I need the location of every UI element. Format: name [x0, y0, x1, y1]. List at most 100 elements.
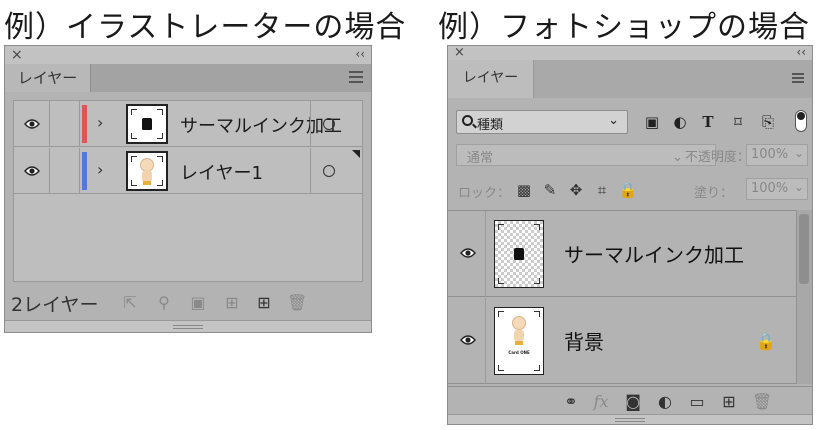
shape-filter-icon[interactable]: ⌑	[728, 112, 748, 132]
doll-feet	[515, 341, 523, 345]
target-circle-icon[interactable]	[323, 165, 335, 177]
selection-indicator-icon	[352, 150, 360, 158]
opacity-field[interactable]: 100% ⌄	[746, 144, 808, 166]
shirt-shape	[514, 248, 524, 260]
collapse-icon[interactable]: ‹‹	[355, 46, 365, 62]
lock-icon: 🔒	[756, 332, 776, 351]
layer-name[interactable]: 背景	[564, 326, 604, 355]
pixel-filter-icon[interactable]: ▣	[642, 112, 662, 132]
panel-menu-icon[interactable]	[349, 71, 363, 83]
lock-artboard-icon[interactable]: ⌗	[592, 180, 612, 200]
tab-layers[interactable]: レイヤー	[448, 60, 534, 98]
trash-icon[interactable]: 🗑	[287, 294, 307, 312]
doll-head	[512, 316, 526, 330]
target-cell[interactable]	[310, 101, 362, 147]
eye-icon	[460, 248, 476, 258]
layer-count: 2レイヤー	[11, 294, 99, 316]
lock-all-icon[interactable]: 🔒	[618, 180, 638, 200]
doll-feet	[143, 181, 151, 185]
new-sublayer-icon[interactable]: ⊞	[223, 294, 241, 312]
folder-icon[interactable]: ▭	[688, 393, 706, 411]
layer-thumbnail	[126, 104, 168, 144]
thumbnail-caption: Card ONE	[508, 350, 530, 355]
scrollbar[interactable]	[796, 210, 812, 384]
fill-label: 塗り：	[694, 186, 734, 201]
collapse-icon[interactable]: ‹‹	[796, 44, 806, 60]
trash-icon[interactable]: 🗑	[752, 393, 772, 411]
smart-object-filter-icon[interactable]: ⎘	[758, 112, 778, 132]
close-icon[interactable]: ×	[11, 46, 23, 64]
fill-value: 100%	[751, 181, 789, 196]
lock-toggle[interactable]	[50, 148, 80, 194]
opacity-value: 100%	[751, 147, 789, 162]
expand-chevron-icon[interactable]: ›	[97, 160, 103, 179]
target-cell[interactable]	[310, 148, 362, 194]
eye-icon	[24, 119, 40, 129]
export-icon[interactable]: ⇱	[121, 294, 139, 312]
layer-row[interactable]: サーマルインク加工	[448, 211, 796, 297]
resize-grip[interactable]	[448, 414, 812, 424]
lock-position-icon[interactable]: ✥	[566, 180, 586, 200]
layer-row[interactable]: › レイヤー1	[14, 148, 362, 194]
layer-color-bar	[82, 105, 87, 143]
layer-row[interactable]: › サーマルインク加工	[14, 101, 362, 147]
new-layer-icon[interactable]: ⊞	[720, 393, 738, 411]
tab-bar: レイヤー	[448, 60, 812, 98]
layer-thumbnail: Card ONE	[494, 307, 544, 375]
tab-bar: レイヤー	[5, 64, 371, 92]
doll-head	[140, 158, 154, 172]
shirt-shape	[142, 118, 152, 130]
visibility-toggle[interactable]	[14, 148, 50, 194]
search-icon	[462, 115, 473, 126]
filter-type-select[interactable]: 種類 ⌄	[456, 110, 628, 134]
new-layer-icon[interactable]: ⊞	[255, 294, 273, 312]
adjustment-icon[interactable]: ◐	[656, 393, 674, 411]
clip-icon[interactable]: ▣	[189, 294, 207, 312]
chevron-down-icon: ⌄	[608, 113, 619, 128]
layer-name[interactable]: サーマルインク加工	[564, 239, 744, 268]
fill-field[interactable]: 100% ⌄	[746, 178, 808, 200]
opacity-label: ⌄ 不透明度：	[672, 150, 750, 165]
panel-titlebar: × ‹‹	[448, 44, 812, 60]
mask-icon[interactable]: ◙	[624, 393, 642, 411]
lock-transparency-icon[interactable]: ▩	[514, 180, 534, 200]
chevron-down-icon: ⌄	[793, 180, 804, 194]
lock-label: ロック：	[458, 186, 511, 201]
resize-grip[interactable]	[5, 320, 371, 332]
eye-icon	[460, 335, 476, 345]
layer-row[interactable]: Card ONE 背景 🔒	[448, 298, 796, 384]
link-icon[interactable]: ⚭	[562, 393, 580, 411]
blend-mode-value: 通常	[467, 151, 494, 166]
filter-toggle[interactable]	[795, 110, 807, 132]
search-icon[interactable]: ⚲	[155, 294, 173, 312]
chevron-down-icon: ⌄	[793, 146, 804, 160]
layer-color-bar	[82, 152, 87, 190]
layer-list: サーマルインク加工 Card ONE 背景 🔒	[448, 210, 796, 384]
illustrator-heading: 例）イラストレーターの場合	[4, 10, 407, 45]
photoshop-heading: 例）フォトショップの場合	[438, 10, 810, 45]
doll-body	[514, 330, 524, 341]
visibility-toggle[interactable]	[14, 101, 50, 147]
layer-thumbnail	[126, 151, 168, 191]
adjustment-filter-icon[interactable]: ◐	[670, 112, 690, 132]
expand-chevron-icon[interactable]: ›	[97, 113, 103, 132]
lock-paint-icon[interactable]: ✎	[540, 180, 560, 200]
panel-footer: ⚭ fx ◙ ◐ ▭ ⊞ 🗑	[448, 386, 812, 414]
fx-icon[interactable]: fx	[590, 393, 612, 411]
panel-menu-icon[interactable]	[792, 73, 804, 83]
layer-list: › サーマルインク加工 › レイヤー1	[13, 100, 363, 282]
text-filter-icon[interactable]: T	[698, 112, 718, 132]
photoshop-layers-panel: × ‹‹ レイヤー 種類 ⌄ ▣ ◐ T ⌑ ⎘ 通常 ⌄ 不透明度： 100% …	[447, 45, 813, 425]
visibility-toggle[interactable]	[448, 298, 486, 384]
filter-label: 種類	[477, 118, 504, 133]
layer-name[interactable]: レイヤー1	[180, 159, 263, 185]
panel-titlebar: × ‹‹	[5, 46, 371, 64]
eye-icon	[24, 166, 40, 176]
target-circle-icon[interactable]	[323, 118, 335, 130]
lock-toggle[interactable]	[50, 101, 80, 147]
tab-layers[interactable]: レイヤー	[5, 64, 91, 92]
scrollbar-thumb[interactable]	[799, 214, 809, 284]
layer-thumbnail	[494, 220, 544, 288]
visibility-toggle[interactable]	[448, 211, 486, 297]
illustrator-layers-panel: × ‹‹ レイヤー › サーマルインク加工 › レイヤー1 2レイヤー ⇱ ⚲ …	[4, 45, 372, 333]
